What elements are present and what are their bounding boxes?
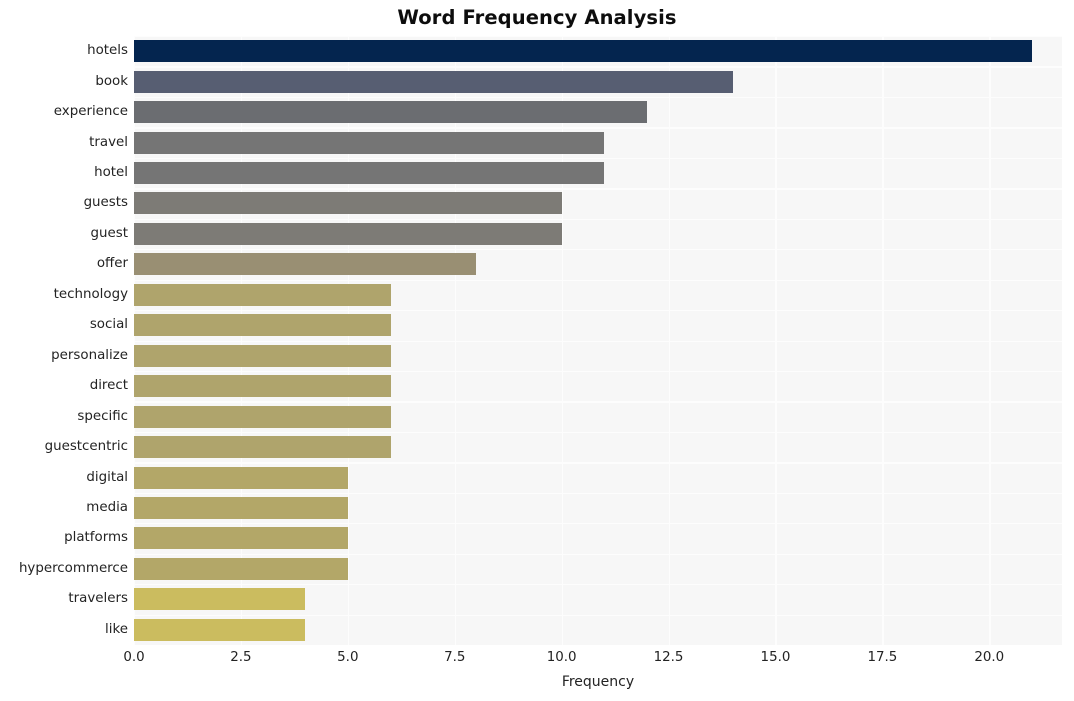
x-tick-label: 0.0	[123, 650, 145, 665]
gridline-horizontal	[134, 340, 1062, 342]
gridline-horizontal	[134, 66, 1062, 68]
bar	[134, 283, 391, 306]
y-tick-label: platforms	[64, 530, 128, 546]
x-tick-label: 12.5	[653, 650, 684, 665]
y-tick-label: book	[95, 73, 128, 89]
bar	[134, 344, 391, 367]
y-tick-label: hotels	[87, 43, 128, 59]
bar	[134, 131, 605, 154]
word-frequency-bar-chart: Word Frequency Analysis hotels book experi…	[0, 0, 1074, 701]
y-tick-label: personalize	[51, 347, 128, 363]
y-tick-label: guests	[83, 195, 128, 211]
bar	[134, 375, 391, 398]
y-tick-label: specific	[77, 408, 128, 424]
gridline-horizontal	[134, 157, 1062, 160]
gridline-horizontal	[134, 523, 1062, 525]
bar	[134, 70, 733, 93]
gridline-horizontal	[134, 188, 1062, 190]
y-tick-label: travel	[89, 134, 128, 150]
bar	[134, 162, 605, 185]
x-axis-label: Frequency	[561, 674, 635, 690]
gridline-horizontal	[134, 279, 1062, 281]
bar	[134, 101, 648, 124]
bar	[134, 436, 391, 459]
y-axis-tick-labels: hotels book experience travel hotel guests gue…	[0, 36, 128, 645]
bar	[134, 496, 348, 519]
gridline-horizontal	[134, 401, 1062, 403]
y-tick-label: travelers	[68, 591, 128, 607]
x-tick-label: 10.0	[546, 650, 577, 665]
bar	[134, 527, 348, 550]
gridline-horizontal	[134, 127, 1062, 129]
gridline-horizontal	[134, 614, 1062, 616]
plot-area	[134, 36, 1062, 645]
bar	[134, 253, 477, 276]
gridline-horizontal	[134, 492, 1062, 495]
gridline-horizontal	[134, 584, 1062, 586]
bar	[134, 466, 348, 489]
y-tick-label: direct	[89, 378, 128, 394]
y-tick-label: experience	[53, 104, 128, 120]
x-tick-label: 2.5	[230, 650, 252, 665]
gridline-horizontal	[134, 310, 1062, 312]
y-tick-label: like	[105, 621, 128, 637]
y-tick-label: hypercommerce	[18, 560, 128, 576]
bar	[134, 405, 391, 428]
gridline-horizontal	[134, 462, 1062, 464]
chart-title: Word Frequency Analysis	[397, 6, 677, 29]
y-tick-label: offer	[96, 256, 128, 272]
gridline-horizontal	[134, 431, 1062, 434]
y-tick-label: social	[89, 317, 128, 333]
bar	[134, 222, 562, 245]
bar	[134, 618, 306, 641]
y-tick-label: technology	[53, 286, 128, 302]
y-tick-label: guestcentric	[44, 439, 128, 455]
y-tick-label: hotel	[94, 165, 128, 181]
x-tick-label: 5.0	[337, 650, 359, 665]
bar	[134, 557, 348, 580]
x-tick-label: 15.0	[760, 650, 791, 665]
y-tick-label: media	[86, 499, 128, 515]
x-tick-label: 7.5	[444, 650, 466, 665]
bar	[134, 192, 562, 215]
gridline-horizontal	[134, 370, 1062, 373]
gridline-horizontal	[134, 218, 1062, 220]
x-tick-label: 17.5	[867, 650, 898, 665]
bar	[134, 40, 1033, 63]
x-axis-tick-labels: 0.0 2.5 5.0 7.5 10.0 12.5 15.0 17.5 20.0	[123, 650, 1062, 672]
x-tick-label: 20.0	[974, 650, 1005, 665]
gridline-horizontal	[134, 553, 1062, 555]
bar	[134, 314, 391, 337]
gridline-horizontal	[134, 249, 1062, 251]
y-tick-label: digital	[86, 469, 128, 485]
gridline-horizontal	[134, 36, 1062, 38]
y-tick-label: guest	[90, 225, 128, 241]
gridline-horizontal	[134, 96, 1062, 99]
bar	[134, 588, 306, 611]
